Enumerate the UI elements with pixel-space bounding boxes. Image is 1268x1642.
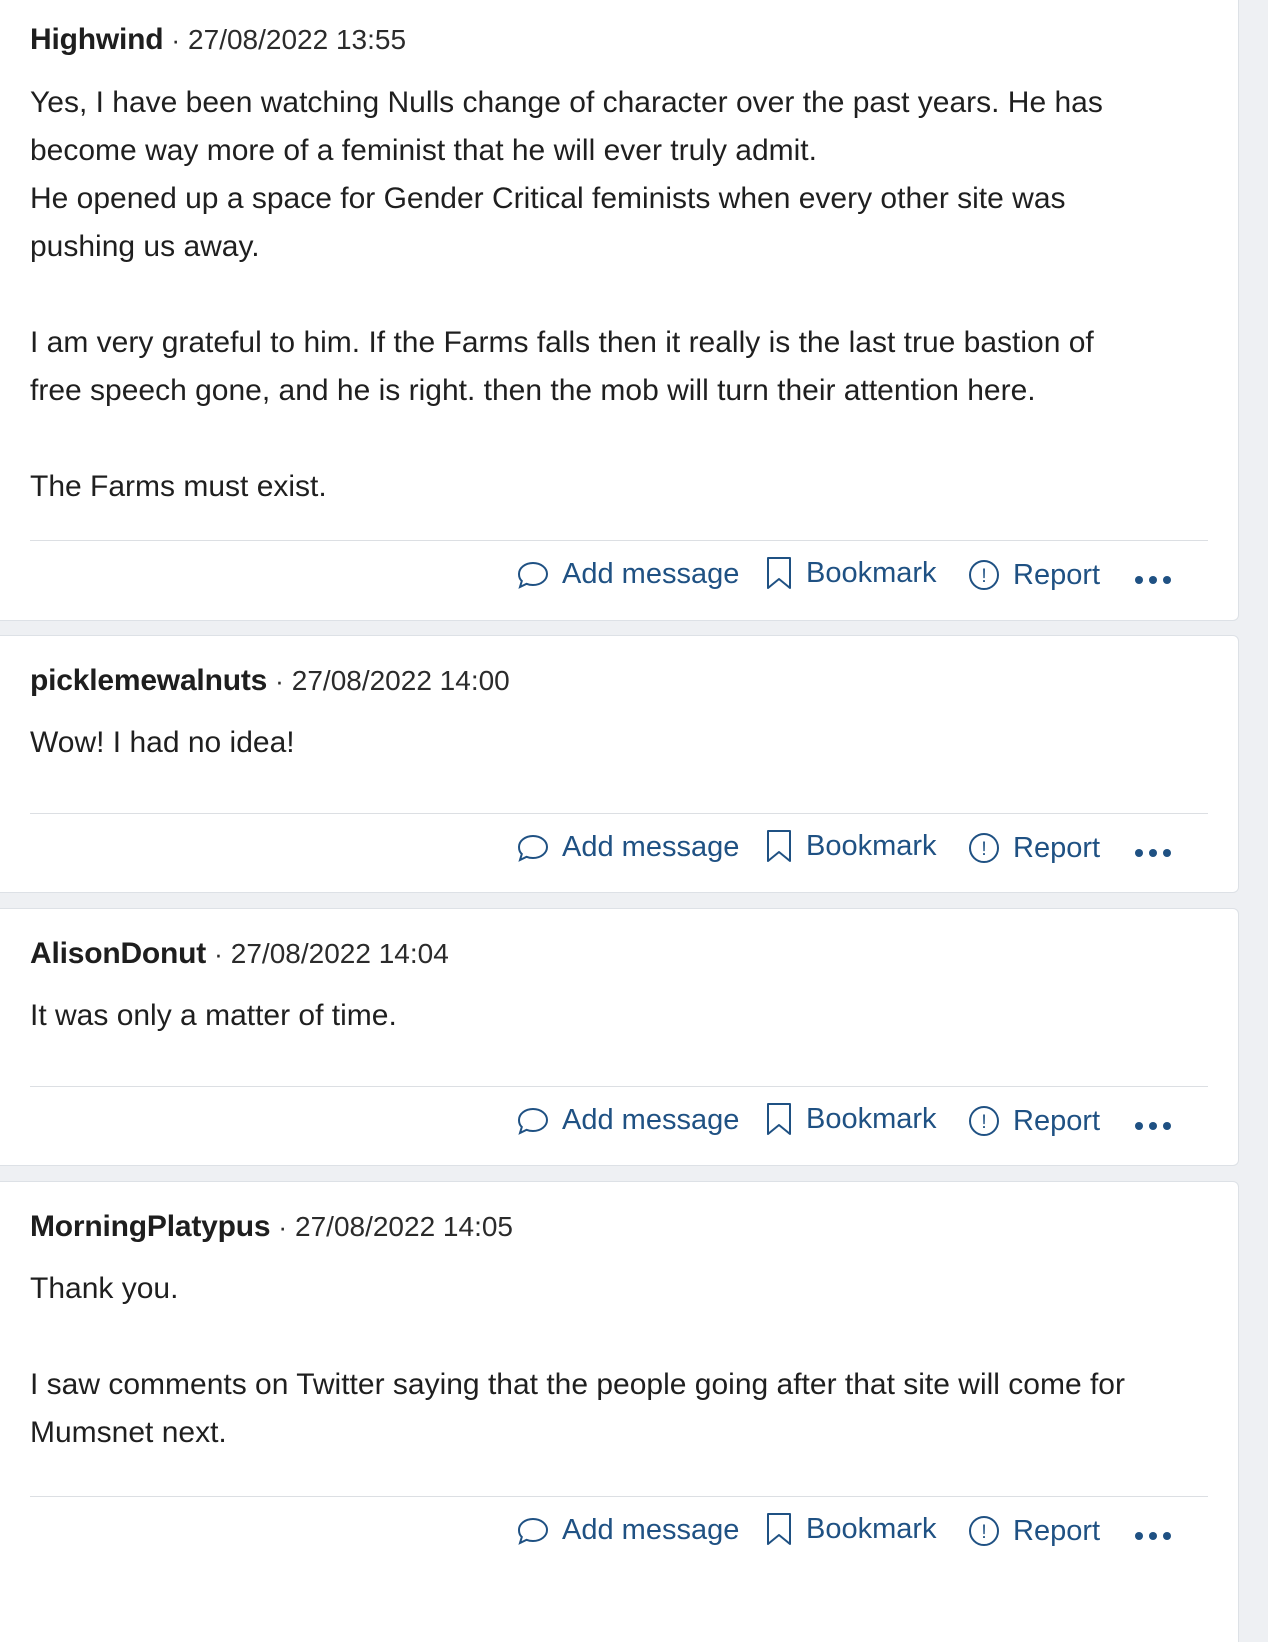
bookmark-label: Bookmark — [806, 829, 937, 862]
bookmark-icon — [764, 1511, 794, 1547]
post-divider — [30, 1086, 1208, 1087]
report-label: Report — [1013, 1104, 1101, 1137]
post-actions: Add message Bookmark ! Report — [0, 828, 1238, 875]
bookmark-button[interactable]: Bookmark — [764, 1511, 937, 1547]
speech-bubble-icon — [516, 833, 550, 863]
post-header: AlisonDonut · 27/08/2022 14:04 — [30, 939, 449, 969]
svg-text:!: ! — [981, 1522, 986, 1543]
bookmark-label: Bookmark — [806, 1512, 937, 1545]
bookmark-label: Bookmark — [806, 556, 937, 589]
add-message-button[interactable]: Add message — [516, 1514, 739, 1547]
report-button[interactable]: ! Report — [967, 558, 1100, 592]
add-message-label: Add message — [562, 1514, 740, 1546]
post-paragraph: Wow! I had no idea! — [30, 726, 295, 759]
speech-bubble-icon — [516, 560, 550, 590]
author-name[interactable]: MorningPlatypus — [30, 1212, 271, 1242]
report-button[interactable]: ! Report — [967, 831, 1100, 865]
post-timestamp: 27/08/2022 13:55 — [188, 24, 407, 55]
post-header: picklemewalnuts · 27/08/2022 14:00 — [30, 666, 510, 696]
add-message-label: Add message — [562, 831, 740, 863]
add-message-button[interactable]: Add message — [516, 1104, 739, 1137]
bookmark-label: Bookmark — [806, 1102, 937, 1135]
report-label: Report — [1013, 558, 1101, 591]
bookmark-icon — [764, 828, 794, 864]
post-body: Wow! I had no idea! — [30, 719, 1140, 767]
post-body: It was only a matter of time. — [30, 992, 1140, 1040]
bookmark-button[interactable]: Bookmark — [764, 828, 937, 864]
bookmark-icon — [764, 555, 794, 591]
separator: · — [278, 1212, 288, 1242]
thread: Highwind · 27/08/2022 13:55 Yes, I have … — [0, 0, 1268, 1642]
add-message-button[interactable]: Add message — [516, 831, 739, 864]
separator: · — [171, 25, 181, 55]
add-message-label: Add message — [562, 1104, 740, 1136]
speech-bubble-icon — [516, 1516, 550, 1546]
svg-text:!: ! — [981, 839, 986, 860]
report-button[interactable]: ! Report — [967, 1104, 1100, 1138]
post: AlisonDonut · 27/08/2022 14:04 It was on… — [0, 908, 1239, 1166]
add-message-button[interactable]: Add message — [516, 558, 739, 591]
more-options-icon[interactable] — [1135, 849, 1171, 857]
separator: · — [275, 666, 284, 696]
bookmark-button[interactable]: Bookmark — [764, 1101, 937, 1137]
post-timestamp: 27/08/2022 14:05 — [295, 1211, 513, 1242]
post: MorningPlatypus · 27/08/2022 14:05 Thank… — [0, 1181, 1239, 1642]
alert-circle-icon: ! — [967, 1514, 1001, 1548]
post-actions: Add message Bookmark ! Report — [0, 1511, 1238, 1558]
post-paragraph: I saw comments on Twitter saying that th… — [30, 1368, 1125, 1449]
post-divider — [30, 813, 1208, 814]
alert-circle-icon: ! — [967, 831, 1001, 865]
post-header: Highwind · 27/08/2022 13:55 — [30, 25, 406, 55]
author-name[interactable]: AlisonDonut — [30, 939, 206, 969]
bookmark-button[interactable]: Bookmark — [764, 555, 937, 591]
author-name[interactable]: Highwind — [30, 25, 164, 55]
post: picklemewalnuts · 27/08/2022 14:00 Wow! … — [0, 635, 1239, 893]
bookmark-icon — [764, 1101, 794, 1137]
author-name[interactable]: picklemewalnuts — [30, 666, 267, 696]
more-options-icon[interactable] — [1135, 1532, 1171, 1540]
post-paragraph: It was only a matter of time. — [30, 999, 397, 1032]
post-body: Yes, I have been watching Nulls change o… — [30, 79, 1140, 511]
post-divider — [30, 1496, 1208, 1497]
report-button[interactable]: ! Report — [967, 1514, 1100, 1548]
post-timestamp: 27/08/2022 14:04 — [230, 938, 449, 969]
svg-text:!: ! — [981, 1112, 986, 1133]
more-options-icon[interactable] — [1135, 1122, 1171, 1130]
svg-text:!: ! — [981, 566, 986, 587]
post-timestamp: 27/08/2022 14:00 — [291, 665, 510, 696]
post-divider — [30, 540, 1208, 541]
post-header: MorningPlatypus · 27/08/2022 14:05 — [30, 1212, 513, 1242]
post-body: Thank you. I saw comments on Twitter say… — [30, 1265, 1140, 1457]
post-actions: Add message Bookmark ! Report — [0, 1101, 1238, 1148]
post-paragraph: Thank you. — [30, 1272, 179, 1305]
separator: · — [214, 939, 223, 969]
speech-bubble-icon — [516, 1106, 550, 1136]
alert-circle-icon: ! — [967, 558, 1001, 592]
post-paragraph: Yes, I have been watching Nulls change o… — [30, 86, 1103, 263]
more-options-icon[interactable] — [1135, 576, 1171, 584]
post-paragraph: I am very grateful to him. If the Farms … — [30, 326, 1094, 407]
post: Highwind · 27/08/2022 13:55 Yes, I have … — [0, 0, 1239, 621]
post-actions: Add message Bookmark ! Report — [0, 555, 1238, 602]
post-paragraph: The Farms must exist. — [30, 470, 327, 503]
add-message-label: Add message — [562, 558, 740, 590]
alert-circle-icon: ! — [967, 1104, 1001, 1138]
report-label: Report — [1013, 1514, 1101, 1547]
report-label: Report — [1013, 831, 1101, 864]
